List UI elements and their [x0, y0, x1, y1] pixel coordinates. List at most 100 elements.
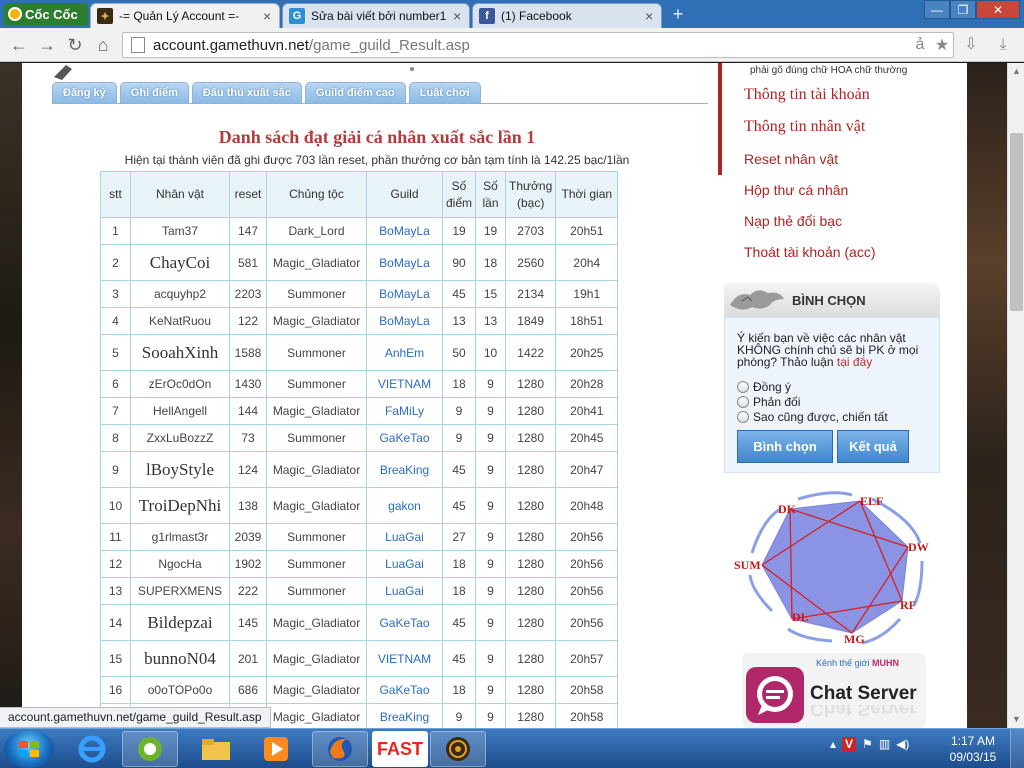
poll-option-phan-doi[interactable]: Phản đối: [737, 395, 800, 409]
tab-ghi-diem[interactable]: Ghi điểm: [119, 82, 189, 103]
network-icon[interactable]: ▥: [879, 737, 890, 751]
cell-reward: 1280: [505, 676, 557, 704]
browser-brand[interactable]: Cốc Cốc: [4, 3, 88, 25]
tab-facebook[interactable]: f (1) Facebook ×: [472, 3, 662, 28]
radio-icon[interactable]: [737, 381, 749, 393]
cell-guild[interactable]: LuaGai: [366, 523, 443, 551]
media-player-taskbar-icon[interactable]: [248, 731, 304, 767]
cell-guild[interactable]: FaMiLy: [366, 397, 443, 425]
reload-icon[interactable]: ↻: [64, 34, 86, 56]
taskbar-clock[interactable]: 1:17 AM 09/03/15: [944, 733, 1002, 765]
tab-quan-ly-account[interactable]: ✦ -= Quản Lý Account =- ×: [90, 3, 280, 28]
url-text[interactable]: account.gamethuvn.net/game_guild_Result.…: [153, 37, 909, 54]
page-viewport: Đăng ký Ghi điểm Đấu thủ xuất sắc Guild …: [0, 63, 1007, 728]
table-row: 2 ChayCoi 581 Magic_Gladiator BoMayLa 90 18 256…: [100, 244, 619, 281]
cell-reward: 1280: [505, 523, 557, 551]
download-icon[interactable]: ⇩: [960, 34, 982, 56]
tab-sua-bai-viet[interactable]: G Sửa bài viết bởi number1 | ×: [282, 3, 470, 28]
cell-guild[interactable]: GaKeTao: [366, 424, 443, 452]
cell-name: KeNatRuou: [130, 307, 230, 335]
link-thong-tin-nhan-vat[interactable]: Thông tin nhân vật: [744, 115, 876, 147]
cell-guild[interactable]: gakon: [366, 487, 443, 524]
cell-guild[interactable]: BoMayLa: [366, 280, 443, 308]
link-thong-tin-tai-khoan[interactable]: Thông tin tài khoản: [744, 83, 876, 115]
vote-button[interactable]: Bình chọn: [737, 430, 833, 463]
link-nap-the-doi-bac[interactable]: Nạp thẻ đổi bạc: [744, 209, 876, 240]
cell-guild[interactable]: BreaKing: [366, 451, 443, 488]
flag-icon[interactable]: ⚑: [862, 737, 873, 751]
cell-stt: 3: [100, 280, 131, 308]
link-reset-nhan-vat[interactable]: Reset nhân vật: [744, 147, 876, 178]
cell-reward: 1849: [505, 307, 557, 335]
cell-times: 9: [475, 424, 507, 452]
table-header-row: stt Nhân vật reset Chủng tộc Guild Số đi…: [100, 171, 619, 218]
cell-points: 45: [441, 280, 477, 308]
cell-guild[interactable]: BoMayLa: [366, 217, 443, 245]
forward-arrow-icon[interactable]: →: [36, 34, 58, 56]
start-button[interactable]: [4, 730, 54, 768]
browser-toolbar: ← → ↻ ⌂ account.gamethuvn.net/game_guild…: [0, 28, 1024, 62]
show-desktop-button[interactable]: [1010, 729, 1024, 768]
translate-icon[interactable]: ả: [909, 36, 931, 54]
tab-guild-diem-cao[interactable]: Guild điểm cao: [304, 82, 406, 103]
bookmark-star-icon[interactable]: ★: [931, 35, 953, 55]
minimize-icon[interactable]: —: [924, 0, 950, 19]
maximize-icon[interactable]: ❐: [950, 0, 976, 19]
cell-guild[interactable]: GaKeTao: [366, 604, 443, 641]
firefox-taskbar-icon[interactable]: [312, 731, 368, 767]
cell-race: Summoner: [266, 424, 367, 452]
cell-times: 9: [475, 487, 507, 524]
label-elf: ELF: [860, 494, 883, 508]
tab-dau-thu-xuat-sac[interactable]: Đấu thủ xuất sắc: [191, 82, 302, 103]
cell-guild[interactable]: VIETNAM: [366, 640, 443, 677]
chat-bubble-icon: [746, 667, 804, 723]
cell-guild[interactable]: VIETNAM: [366, 370, 443, 398]
home-icon[interactable]: ⌂: [92, 34, 114, 56]
link-hop-thu-ca-nhan[interactable]: Hộp thư cá nhân: [744, 178, 876, 209]
cell-guild[interactable]: BoMayLa: [366, 244, 443, 281]
close-tab-icon[interactable]: ×: [263, 8, 273, 24]
address-bar[interactable]: account.gamethuvn.net/game_guild_Result.…: [122, 32, 954, 58]
back-arrow-icon[interactable]: ←: [8, 34, 30, 56]
file-explorer-taskbar-icon[interactable]: [188, 731, 244, 767]
cell-guild[interactable]: BoMayLa: [366, 307, 443, 335]
tab-dang-ky[interactable]: Đăng ký: [52, 82, 117, 103]
scroll-up-icon[interactable]: ▲: [1008, 63, 1024, 80]
radio-icon[interactable]: [737, 396, 749, 408]
game-taskbar-icon[interactable]: [430, 731, 486, 767]
coccoc-taskbar-icon[interactable]: [122, 731, 178, 767]
page-scrollbar[interactable]: ▲ ▼: [1007, 63, 1024, 728]
poll-option-sao-cung-duoc[interactable]: Sao cũng được, chiến tất: [737, 410, 888, 424]
background-art-right: [967, 63, 1007, 728]
result-button[interactable]: Kết quả: [837, 430, 909, 463]
cell-times: 15: [475, 280, 507, 308]
cell-guild[interactable]: LuaGai: [366, 577, 443, 605]
cell-times: 18: [475, 244, 507, 281]
cell-guild[interactable]: BreaKing: [366, 703, 443, 728]
scroll-thumb[interactable]: [1010, 133, 1023, 311]
menu-download-icon[interactable]: ⤓: [992, 34, 1014, 56]
radio-icon[interactable]: [737, 411, 749, 423]
cell-guild[interactable]: AnhEm: [366, 334, 443, 371]
close-tab-icon[interactable]: ×: [645, 8, 655, 24]
close-window-icon[interactable]: ✕: [976, 0, 1020, 19]
ie-taskbar-icon[interactable]: [64, 731, 120, 767]
poll-discuss-link[interactable]: tại đây: [837, 355, 872, 369]
volume-icon[interactable]: ◀): [896, 737, 909, 751]
tray-app-icon[interactable]: V: [842, 737, 857, 751]
close-tab-icon[interactable]: ×: [453, 8, 463, 24]
new-tab-icon[interactable]: +: [669, 5, 687, 24]
poll-option-dong-y[interactable]: Đồng ý: [737, 380, 791, 394]
link-thoat-tai-khoan[interactable]: Thoát tài khoản (acc): [744, 240, 876, 271]
scroll-down-icon[interactable]: ▼: [1008, 711, 1024, 728]
fast-taskbar-icon[interactable]: FAST: [372, 731, 428, 767]
tray-chevron-icon[interactable]: ▴: [830, 737, 836, 751]
windows-taskbar: FAST ▴ V ⚑ ▥ ◀) 1:17 AM 09/03/15: [0, 728, 1024, 768]
chat-server-banner[interactable]: Kênh thế giới MUHN Chat Server Chat Serv…: [742, 653, 926, 728]
game-favicon-icon: ✦: [97, 8, 113, 24]
cell-guild[interactable]: LuaGai: [366, 550, 443, 578]
cell-points: 45: [441, 640, 477, 677]
cell-guild[interactable]: GaKeTao: [366, 676, 443, 704]
tab-luat-choi[interactable]: Luật chơi: [408, 82, 481, 103]
cell-reward: 1280: [505, 604, 557, 641]
